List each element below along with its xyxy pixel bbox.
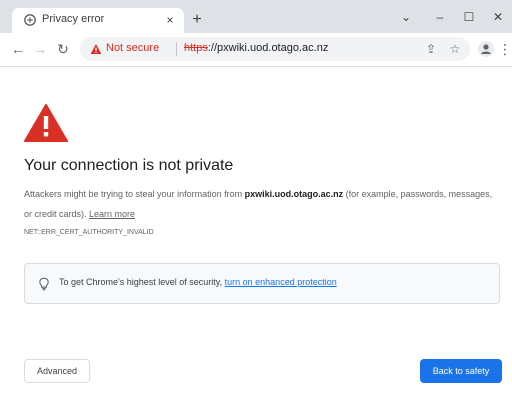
minimize-icon[interactable]: – <box>430 8 450 26</box>
lightbulb-icon <box>39 277 49 291</box>
enhanced-prefix: To get Chrome's highest level of securit… <box>59 277 225 287</box>
not-secure-label[interactable]: Not secure <box>106 42 159 54</box>
desc-host: pxwiki.uod.otago.ac.nz <box>244 189 344 199</box>
url-scheme: https <box>184 42 208 54</box>
bookmark-star-icon[interactable]: ☆ <box>448 42 462 56</box>
advanced-button[interactable]: Advanced <box>24 359 90 383</box>
omnibox-divider <box>176 42 177 56</box>
enhanced-protection-box: To get Chrome's highest level of securit… <box>24 263 500 304</box>
url-host: ://pxwiki.uod.otago.ac.nz <box>207 42 329 54</box>
url-text[interactable]: https://pxwiki.uod.otago.ac.nz <box>184 42 328 54</box>
profile-avatar-icon[interactable] <box>478 41 494 57</box>
learn-more-link[interactable]: Learn more <box>89 209 135 219</box>
close-window-icon[interactable]: ✕ <box>488 8 508 26</box>
tab-search-icon[interactable]: ⌄ <box>396 8 416 26</box>
warning-favicon-icon <box>24 14 36 26</box>
page-title: Your connection is not private <box>24 157 234 174</box>
tab-title: Privacy error <box>42 13 105 25</box>
interstitial-page: Your connection is not private Attackers… <box>0 67 512 394</box>
desc-prefix: Attackers might be trying to steal your … <box>24 189 245 199</box>
back-icon[interactable]: ← <box>10 41 26 57</box>
enhanced-protection-text: To get Chrome's highest level of securit… <box>59 277 337 287</box>
error-code: NET::ERR_CERT_AUTHORITY_INVALID <box>24 229 154 236</box>
maximize-icon[interactable]: ☐ <box>459 8 479 26</box>
new-tab-button[interactable]: + <box>189 12 205 28</box>
back-to-safety-button[interactable]: Back to safety <box>420 359 502 383</box>
warning-description: Attackers might be trying to steal your … <box>24 184 496 224</box>
forward-icon[interactable]: → <box>32 41 48 57</box>
tab-close-icon[interactable]: × <box>163 13 177 27</box>
share-icon[interactable]: ⇪ <box>424 42 438 56</box>
tab-strip: Privacy error × + ⌄ – ☐ ✕ <box>0 0 512 33</box>
reload-icon[interactable]: ↻ <box>55 41 71 57</box>
address-bar[interactable]: Not secure https://pxwiki.uod.otago.ac.n… <box>80 37 470 61</box>
warning-triangle-icon <box>24 104 68 142</box>
toolbar: ← → ↻ Not secure https://pxwiki.uod.otag… <box>0 33 512 66</box>
person-icon <box>481 44 491 54</box>
tab-privacy-error[interactable]: Privacy error × <box>12 8 184 33</box>
chrome-menu-icon[interactable]: ⋮ <box>498 41 512 57</box>
enhanced-protection-link[interactable]: turn on enhanced protection <box>225 277 337 287</box>
not-secure-warning-icon[interactable] <box>90 43 102 55</box>
